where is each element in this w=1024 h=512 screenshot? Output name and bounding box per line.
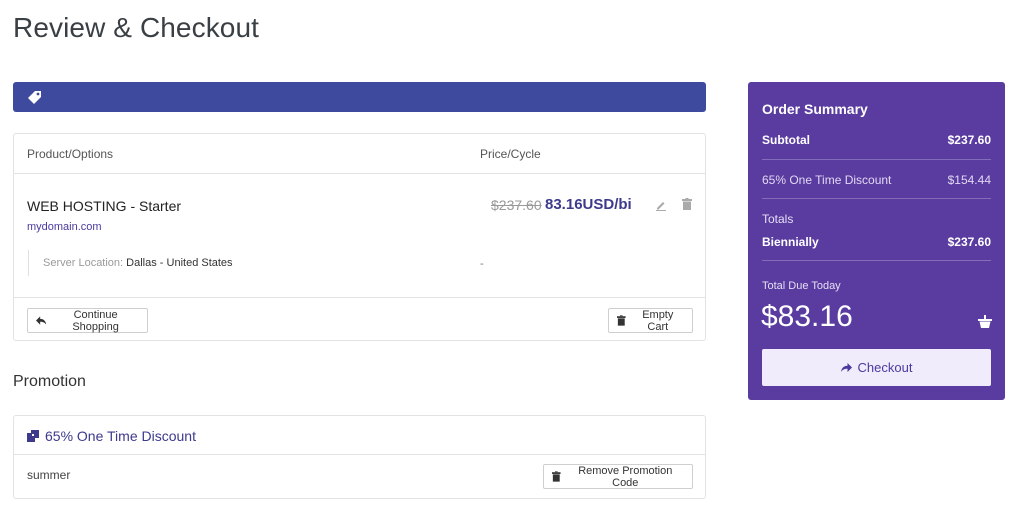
- column-header-product: Product/Options: [27, 147, 114, 161]
- promotion-heading: Promotion: [13, 373, 86, 390]
- option-price: -: [480, 258, 484, 270]
- product-name: WEB HOSTING - Starter: [27, 198, 182, 214]
- total-due-amount: $83.16: [761, 300, 853, 333]
- continue-shopping-button[interactable]: Continue Shopping: [27, 308, 148, 333]
- billing-cycle-value: $237.60: [947, 235, 991, 249]
- remove-promotion-button[interactable]: Remove Promotion Code: [543, 464, 693, 489]
- continue-shopping-label: Continue Shopping: [72, 308, 119, 333]
- ticket-icon: [27, 430, 39, 442]
- discounted-price: 83.16USD/bi: [545, 196, 632, 213]
- promotion-code: summer: [27, 468, 71, 482]
- original-price: $237.60: [491, 197, 542, 213]
- empty-cart-button[interactable]: Empty Cart: [608, 308, 693, 333]
- summary-divider: [762, 159, 991, 160]
- checkout-label: Checkout: [857, 360, 913, 375]
- pencil-icon[interactable]: [655, 199, 667, 211]
- discount-label: 65% One Time Discount: [762, 173, 892, 187]
- tag-icon: [28, 91, 41, 104]
- totals-label: Totals: [762, 212, 794, 226]
- product-domain: mydomain.com: [27, 221, 102, 233]
- cart-footer: Continue Shopping Empty Cart: [14, 297, 705, 341]
- billing-cycle-label: Biennially: [762, 235, 819, 249]
- empty-cart-label: Empty Cart: [642, 308, 674, 333]
- promo-bar: [13, 82, 706, 112]
- option-value: Dallas - United States: [126, 257, 233, 269]
- checkout-button[interactable]: Checkout: [762, 349, 991, 386]
- subtotal-row: Subtotal $237.60: [762, 133, 991, 147]
- order-summary-title: Order Summary: [762, 101, 868, 117]
- summary-divider: [762, 260, 991, 261]
- cart-table: Product/Options Price/Cycle WEB HOSTING …: [13, 133, 706, 341]
- promotion-name: 65% One Time Discount: [45, 428, 196, 444]
- reply-arrow-icon: [36, 315, 47, 325]
- discount-value: $154.44: [947, 173, 991, 187]
- column-header-price: Price/Cycle: [480, 147, 541, 161]
- product-option: Server Location: Dallas - United States: [28, 250, 233, 276]
- promotion-box: 65% One Time Discount summer Remove Prom…: [13, 415, 706, 499]
- subtotal-label: Subtotal: [762, 133, 810, 147]
- billing-cycle-row: Biennially $237.60: [762, 235, 991, 249]
- basket-icon: [978, 315, 992, 328]
- arrow-right-icon: [840, 362, 852, 372]
- promotion-header: 65% One Time Discount: [14, 416, 705, 455]
- trash-icon: [617, 315, 626, 326]
- page-title: Review & Checkout: [13, 12, 260, 43]
- remove-promotion-label: Remove Promotion Code: [578, 464, 673, 489]
- order-summary: Order Summary Subtotal $237.60 65% One T…: [748, 82, 1005, 400]
- trash-icon[interactable]: [682, 198, 692, 210]
- total-due-label: Total Due Today: [762, 280, 841, 292]
- summary-divider: [762, 198, 991, 199]
- trash-icon: [552, 471, 561, 482]
- option-label: Server Location:: [43, 257, 124, 269]
- discount-row: 65% One Time Discount $154.44: [762, 173, 991, 187]
- cart-header: Product/Options Price/Cycle: [14, 134, 705, 174]
- subtotal-value: $237.60: [947, 133, 991, 147]
